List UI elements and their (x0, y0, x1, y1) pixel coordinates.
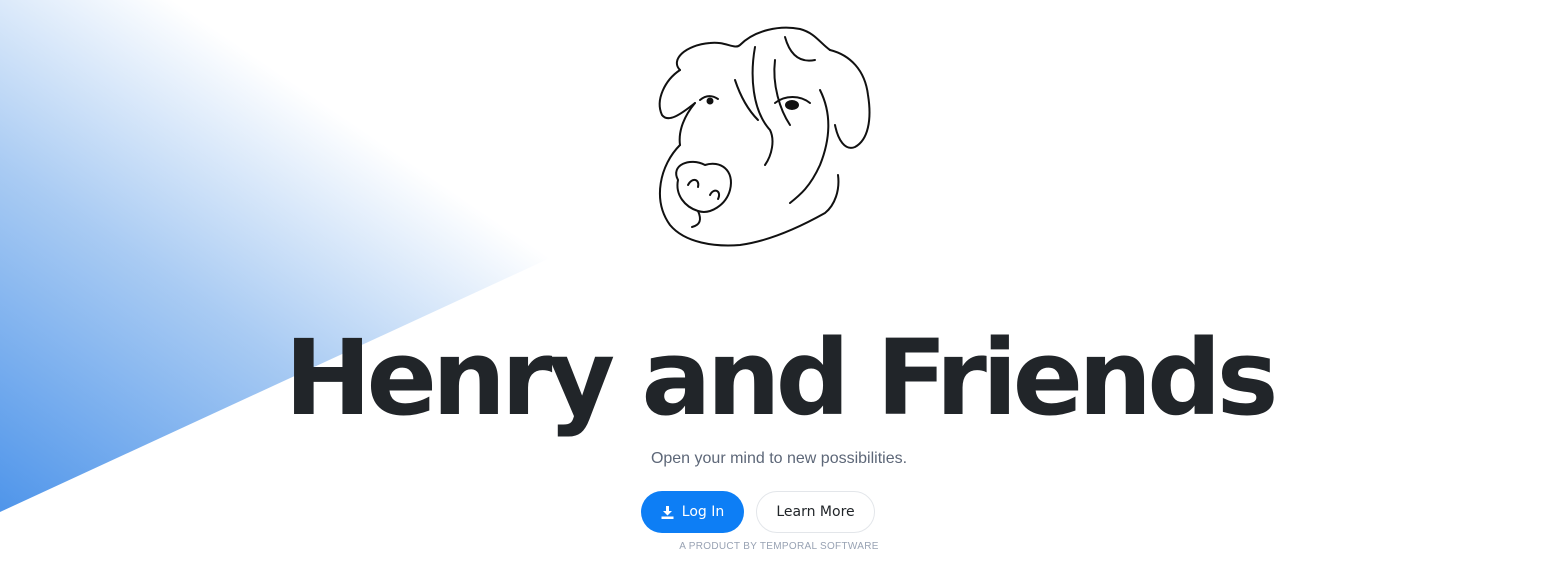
download-icon (661, 505, 674, 519)
learn-more-button[interactable]: Learn More (756, 491, 875, 533)
login-button-label: Log In (681, 504, 725, 520)
product-credit: A PRODUCT BY TEMPORAL SOFTWARE (679, 541, 879, 552)
login-button[interactable]: Log In (641, 491, 744, 533)
dog-head-icon (658, 26, 871, 247)
action-buttons: Log In Learn More (641, 491, 875, 533)
page-title: Henry and Friends (284, 317, 1278, 439)
learn-more-button-label: Learn More (776, 504, 855, 520)
tagline: Open your mind to new possibilities. (650, 450, 908, 467)
landing-page: Henry and Friends Open your mind to new … (0, 0, 1558, 585)
